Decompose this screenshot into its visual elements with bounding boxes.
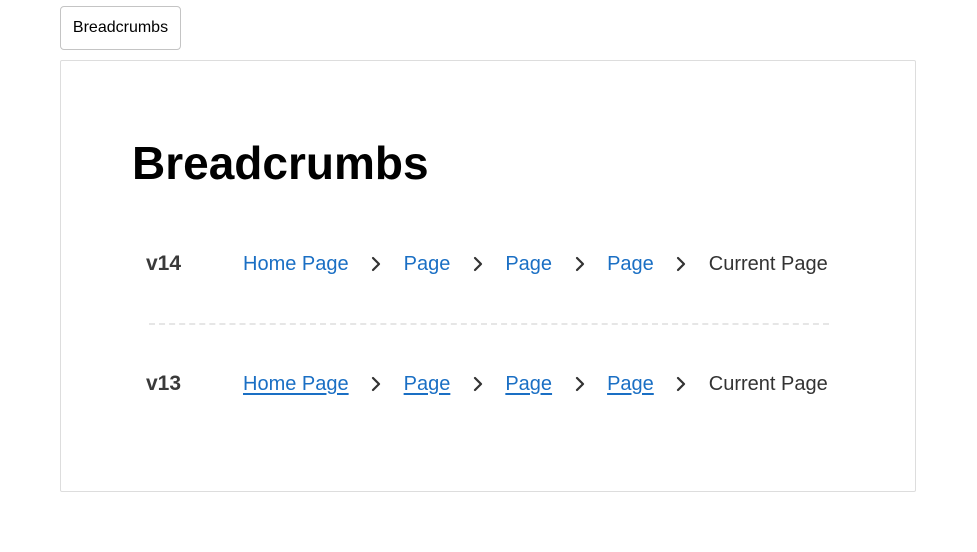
divider xyxy=(149,323,829,325)
chevron-right-icon xyxy=(349,249,404,279)
chevron-right-icon xyxy=(349,369,404,399)
version-label: v13 xyxy=(146,372,182,395)
breadcrumbs-tab-button[interactable]: Breadcrumbs xyxy=(60,6,181,50)
breadcrumb-v13: v13 Home Page Page Page Page Current Pag… xyxy=(146,369,828,399)
version-label: v14 xyxy=(146,252,182,275)
breadcrumb-link-home[interactable]: Home Page xyxy=(243,373,349,396)
breadcrumb-link-page[interactable]: Page xyxy=(505,253,552,276)
breadcrumb-link-page[interactable]: Page xyxy=(404,373,451,396)
page-title: Breadcrumbs xyxy=(132,137,429,189)
breadcrumb-link-page[interactable]: Page xyxy=(404,253,451,276)
chevron-right-icon xyxy=(450,369,505,399)
chevron-right-icon xyxy=(654,369,709,399)
chevron-right-icon xyxy=(654,249,709,279)
chevron-right-icon xyxy=(450,249,505,279)
breadcrumb-current-page: Current Page xyxy=(708,252,828,275)
breadcrumbs-card: Breadcrumbs v14 Home Page Page Page Page… xyxy=(60,60,916,492)
breadcrumb-v14: v14 Home Page Page Page Page Current Pag… xyxy=(146,249,828,279)
breadcrumb-current-page: Current Page xyxy=(708,372,828,395)
breadcrumb-link-page[interactable]: Page xyxy=(607,253,654,276)
chevron-right-icon xyxy=(552,369,607,399)
breadcrumb-link-page[interactable]: Page xyxy=(505,373,552,396)
chevron-right-icon xyxy=(552,249,607,279)
breadcrumb-link-page[interactable]: Page xyxy=(607,373,654,396)
breadcrumb-link-home[interactable]: Home Page xyxy=(243,253,349,276)
